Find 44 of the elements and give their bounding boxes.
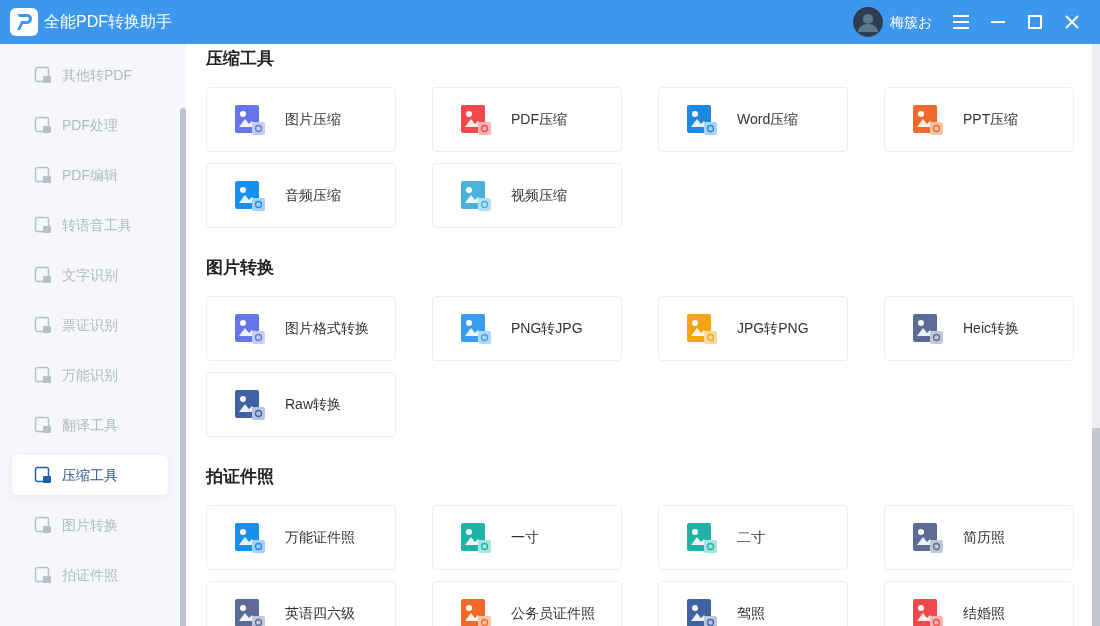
section-title: 拍证件照 <box>206 466 275 488</box>
sidebar-icon <box>34 566 52 584</box>
close-icon[interactable] <box>1064 14 1080 30</box>
user-avatar[interactable] <box>853 7 883 37</box>
content-scrollbar[interactable] <box>1092 44 1100 626</box>
tool-card[interactable]: JPG转PNG <box>658 296 848 361</box>
section-title: 图片转换 <box>206 257 275 279</box>
window-title: 全能PDF转换助手 <box>44 12 172 32</box>
sidebar-icon <box>34 166 52 184</box>
tool-card[interactable]: 万能证件照 <box>206 505 396 570</box>
image-file-icon <box>235 313 265 344</box>
tool-card[interactable]: 驾照 <box>658 581 848 626</box>
sidebar-item[interactable]: 压缩工具 <box>12 455 168 495</box>
tool-card[interactable]: 结婚照 <box>884 581 1074 626</box>
sidebar-icon <box>34 416 52 434</box>
tool-card[interactable]: PPT压缩 <box>884 87 1074 152</box>
app-logo-icon <box>10 8 38 36</box>
tool-card[interactable]: PDF压缩 <box>432 87 622 152</box>
tool-card[interactable]: Heic转换 <box>884 296 1074 361</box>
sidebar-icon <box>34 466 52 484</box>
tool-card[interactable]: 简历照 <box>884 505 1074 570</box>
tool-card[interactable]: 图片压缩 <box>206 87 396 152</box>
image-file-icon <box>235 104 265 135</box>
menu-icon[interactable] <box>952 14 970 30</box>
sidebar-icon <box>34 216 52 234</box>
tool-card[interactable]: 一寸 <box>432 505 622 570</box>
sidebar-icon <box>34 116 52 134</box>
maximize-icon[interactable] <box>1028 15 1042 29</box>
tool-card[interactable]: Raw转换 <box>206 372 396 437</box>
sidebar-icon <box>34 516 52 534</box>
tool-card[interactable]: PNG转JPG <box>432 296 622 361</box>
tool-card[interactable]: 二寸 <box>658 505 848 570</box>
tool-card[interactable]: 英语四六级 <box>206 581 396 626</box>
tool-card[interactable]: 视频压缩 <box>432 163 622 228</box>
sidebar-icon <box>34 266 52 284</box>
sidebar-icon <box>34 366 52 384</box>
tool-card[interactable]: 音频压缩 <box>206 163 396 228</box>
tool-card[interactable]: Word压缩 <box>658 87 848 152</box>
sidebar-icon <box>34 66 52 84</box>
sidebar-icon <box>34 316 52 334</box>
tool-card[interactable]: 图片格式转换 <box>206 296 396 361</box>
tool-card[interactable]: 公务员证件照 <box>432 581 622 626</box>
section-title: 压缩工具 <box>206 48 275 70</box>
sidebar-scrollbar[interactable] <box>180 44 186 626</box>
